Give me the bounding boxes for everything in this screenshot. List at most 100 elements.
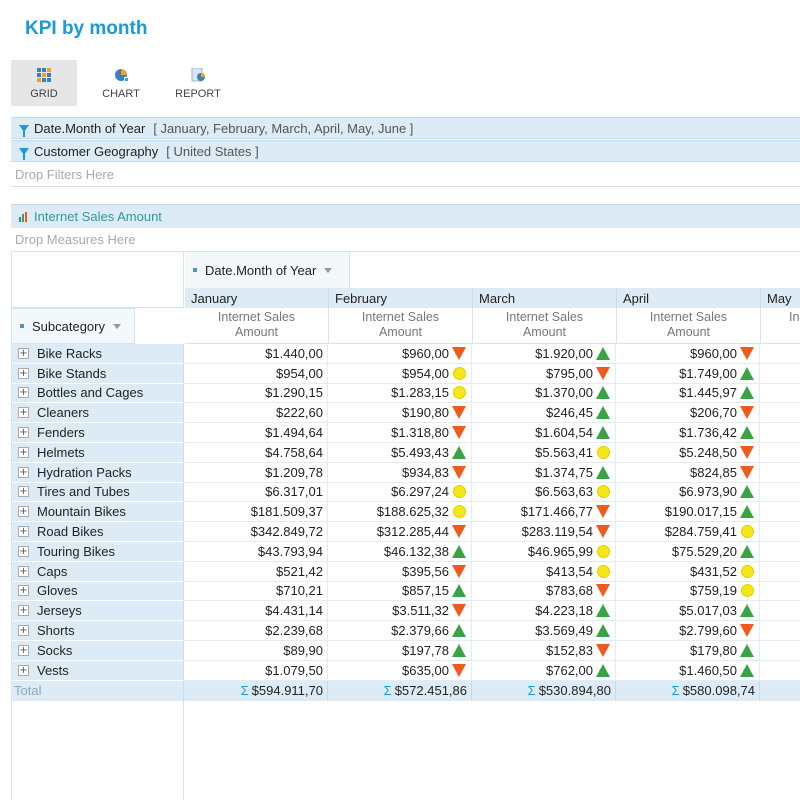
- value-cell[interactable]: $1.370,00: [472, 383, 616, 404]
- value-cell[interactable]: $960,00: [616, 344, 760, 364]
- value-cell[interactable]: $188.625,32: [328, 502, 472, 523]
- value-cell[interactable]: $635,00: [328, 660, 472, 681]
- value-cell[interactable]: $1.209,78: [184, 462, 328, 483]
- expand-icon[interactable]: +: [18, 625, 29, 637]
- value-cell[interactable]: $46.132,38: [328, 541, 472, 562]
- expand-icon[interactable]: +: [18, 446, 29, 458]
- value-cell[interactable]: $4.758,64: [184, 442, 328, 463]
- filter-date-month[interactable]: Date.Month of Year [ January, February, …: [11, 117, 800, 139]
- value-cell[interactable]: $2.799,60: [616, 621, 760, 641]
- value-cell[interactable]: $1.283,15: [328, 383, 472, 404]
- value-cell[interactable]: $190,80: [328, 403, 472, 424]
- value-cell[interactable]: $1.460,50: [616, 660, 760, 681]
- row-header[interactable]: + Jerseys: [12, 601, 184, 622]
- month-header[interactable]: May: [761, 288, 800, 308]
- value-cell[interactable]: $2.239,68: [184, 621, 328, 641]
- value-cell[interactable]: $1.374,75: [472, 462, 616, 483]
- expand-icon[interactable]: +: [18, 565, 29, 577]
- row-header[interactable]: + Shorts: [12, 621, 184, 641]
- grid-view-button[interactable]: GRID: [11, 60, 77, 106]
- value-cell[interactable]: $190.017,15: [616, 502, 760, 523]
- value-cell[interactable]: $1.318,80: [328, 423, 472, 443]
- value-cell[interactable]: $152,83: [472, 640, 616, 661]
- value-cell[interactable]: $1.736,42: [616, 423, 760, 443]
- value-cell[interactable]: $181.509,37: [184, 502, 328, 523]
- value-cell[interactable]: $954,00: [184, 363, 328, 384]
- value-cell[interactable]: $395,56: [328, 561, 472, 582]
- row-header[interactable]: + Caps: [12, 561, 184, 582]
- expand-icon[interactable]: +: [18, 506, 29, 518]
- value-cell[interactable]: $431,52: [616, 561, 760, 582]
- value-cell[interactable]: $1.440,00: [184, 344, 328, 364]
- value-cell[interactable]: $1.920,00: [472, 344, 616, 364]
- value-cell[interactable]: $6.973,90: [616, 482, 760, 503]
- value-cell[interactable]: $783,68: [472, 581, 616, 602]
- row-header[interactable]: + Vests: [12, 660, 184, 681]
- month-header[interactable]: January: [185, 288, 329, 308]
- row-header[interactable]: + Hydration Packs: [12, 462, 184, 483]
- row-field-header[interactable]: Subcategory: [12, 308, 135, 344]
- column-field-header[interactable]: Date.Month of Year: [185, 252, 350, 288]
- expand-icon[interactable]: +: [18, 605, 29, 617]
- row-header[interactable]: + Road Bikes: [12, 522, 184, 542]
- value-cell[interactable]: $521,42: [184, 561, 328, 582]
- value-cell[interactable]: $75.529,20: [616, 541, 760, 562]
- value-cell[interactable]: $43.793,94: [184, 541, 328, 562]
- value-cell[interactable]: $824,85: [616, 462, 760, 483]
- row-header[interactable]: + Socks: [12, 640, 184, 661]
- value-cell[interactable]: $1.445,97: [616, 383, 760, 404]
- value-cell[interactable]: $960,00: [328, 344, 472, 364]
- report-view-button[interactable]: REPORT: [165, 60, 231, 106]
- value-cell[interactable]: $3.569,49: [472, 621, 616, 641]
- expand-icon[interactable]: +: [18, 664, 29, 676]
- value-cell[interactable]: $284.759,41: [616, 522, 760, 542]
- row-header[interactable]: + Fenders: [12, 423, 184, 443]
- value-cell[interactable]: $171.466,77: [472, 502, 616, 523]
- row-header[interactable]: + Tires and Tubes: [12, 482, 184, 503]
- expand-icon[interactable]: +: [18, 644, 29, 656]
- value-cell[interactable]: $222,60: [184, 403, 328, 424]
- value-cell[interactable]: $6.297,24: [328, 482, 472, 503]
- value-cell[interactable]: $312.285,44: [328, 522, 472, 542]
- expand-icon[interactable]: +: [18, 367, 29, 379]
- value-cell[interactable]: $46.965,99: [472, 541, 616, 562]
- value-cell[interactable]: $759,19: [616, 581, 760, 602]
- value-cell[interactable]: $4.431,14: [184, 601, 328, 622]
- value-cell[interactable]: $710,21: [184, 581, 328, 602]
- value-cell[interactable]: $179,80: [616, 640, 760, 661]
- value-cell[interactable]: $6.317,01: [184, 482, 328, 503]
- value-cell[interactable]: $934,83: [328, 462, 472, 483]
- value-cell[interactable]: $206,70: [616, 403, 760, 424]
- drop-measures-zone[interactable]: Drop Measures Here: [11, 228, 800, 252]
- month-header[interactable]: February: [329, 288, 473, 308]
- expand-icon[interactable]: +: [18, 427, 29, 439]
- value-cell[interactable]: $1.079,50: [184, 660, 328, 681]
- value-cell[interactable]: $1.604,54: [472, 423, 616, 443]
- expand-icon[interactable]: +: [18, 407, 29, 419]
- month-header[interactable]: April: [617, 288, 761, 308]
- value-cell[interactable]: $3.511,32: [328, 601, 472, 622]
- row-header[interactable]: + Bike Racks: [12, 344, 184, 364]
- value-cell[interactable]: $5.563,41: [472, 442, 616, 463]
- value-cell[interactable]: $2.379,66: [328, 621, 472, 641]
- value-cell[interactable]: $197,78: [328, 640, 472, 661]
- value-cell[interactable]: $1.749,00: [616, 363, 760, 384]
- value-cell[interactable]: $5.017,03: [616, 601, 760, 622]
- value-cell[interactable]: $954,00: [328, 363, 472, 384]
- value-cell[interactable]: $342.849,72: [184, 522, 328, 542]
- row-header[interactable]: + Touring Bikes: [12, 541, 184, 562]
- row-header[interactable]: + Bike Stands: [12, 363, 184, 384]
- row-header[interactable]: + Cleaners: [12, 403, 184, 424]
- expand-icon[interactable]: +: [18, 585, 29, 597]
- value-cell[interactable]: $762,00: [472, 660, 616, 681]
- value-cell[interactable]: $4.223,18: [472, 601, 616, 622]
- row-header[interactable]: + Helmets: [12, 442, 184, 463]
- expand-icon[interactable]: +: [18, 387, 29, 399]
- measure-internet-sales[interactable]: Internet Sales Amount: [11, 204, 800, 228]
- chevron-down-icon[interactable]: [324, 267, 333, 273]
- expand-icon[interactable]: +: [18, 545, 29, 557]
- row-header[interactable]: + Gloves: [12, 581, 184, 602]
- chevron-down-icon[interactable]: [113, 323, 121, 329]
- expand-icon[interactable]: +: [18, 466, 29, 478]
- expand-icon[interactable]: +: [18, 347, 29, 359]
